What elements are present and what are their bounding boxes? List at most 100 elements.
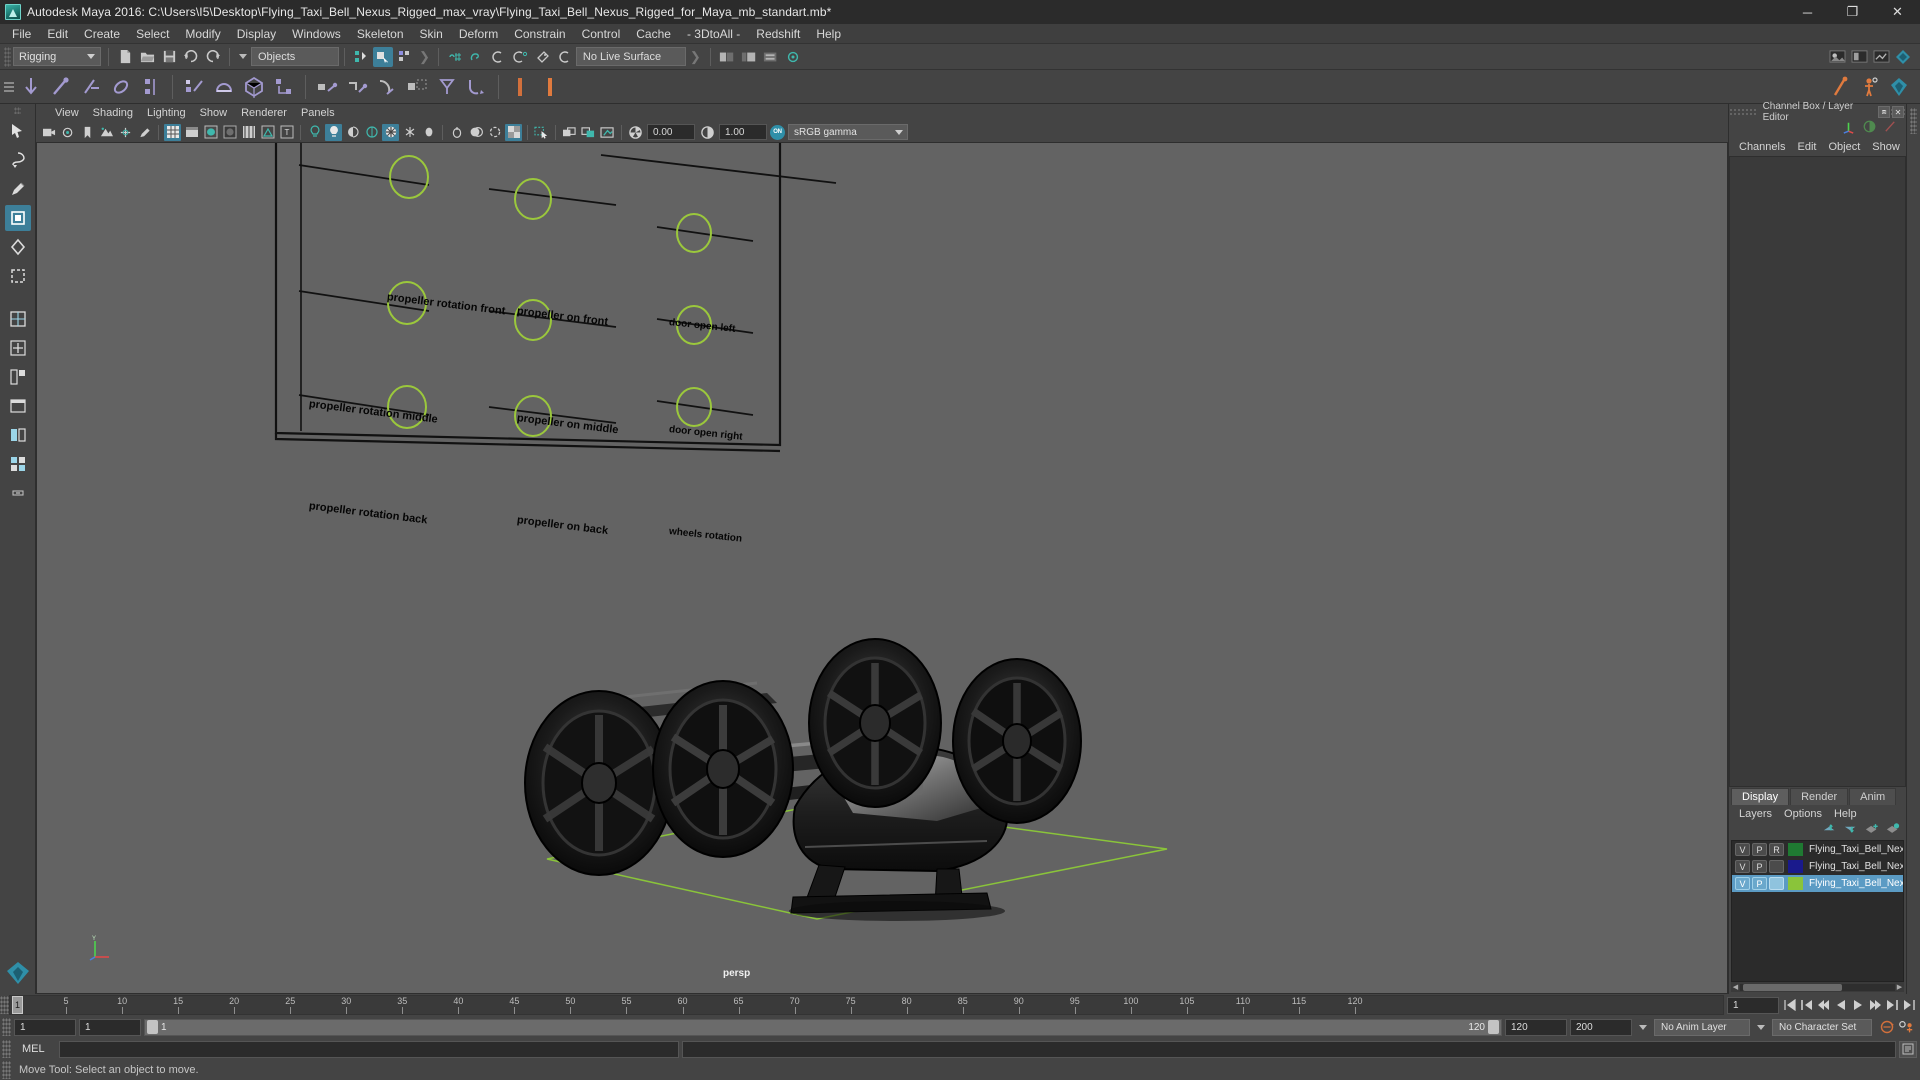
perspective-viewport[interactable]: propeller rotation front propeller rotati… bbox=[36, 142, 1728, 994]
menu-item-display[interactable]: Display bbox=[229, 24, 284, 44]
motion-blur-icon[interactable] bbox=[382, 123, 399, 141]
time-slider-grip[interactable] bbox=[0, 996, 9, 1014]
show-hide-editors-icon[interactable] bbox=[717, 47, 737, 67]
use-all-lights-icon[interactable] bbox=[325, 123, 342, 141]
soft-modification-button[interactable] bbox=[5, 335, 31, 361]
close-button[interactable]: ✕ bbox=[1875, 0, 1920, 24]
scale-tool-button[interactable] bbox=[5, 263, 31, 289]
shadows-icon[interactable] bbox=[344, 124, 361, 141]
snap-to-grid-icon[interactable] bbox=[445, 47, 465, 67]
panel-close-button[interactable]: ✕ bbox=[1892, 106, 1904, 118]
play-backwards-icon[interactable] bbox=[1833, 997, 1849, 1013]
layer-reference-toggle[interactable] bbox=[1769, 877, 1784, 890]
viewport-menu-lighting[interactable]: Lighting bbox=[140, 104, 193, 122]
viewport-menu-shading[interactable]: Shading bbox=[86, 104, 140, 122]
shelf-insert-joint-icon[interactable] bbox=[106, 72, 136, 102]
snap-to-projected-center-icon[interactable] bbox=[511, 47, 531, 67]
create-layer-from-selected-icon[interactable] bbox=[1886, 822, 1900, 840]
move-layer-up-icon[interactable] bbox=[1823, 822, 1837, 840]
shelf-mirror-joint-icon[interactable] bbox=[136, 72, 166, 102]
flying-taxi-model[interactable] bbox=[467, 597, 1187, 927]
range-start-handle[interactable] bbox=[147, 1020, 158, 1034]
new-scene-icon[interactable] bbox=[115, 47, 135, 67]
shelf-paint-weights-icon[interactable] bbox=[209, 72, 239, 102]
shelf-ik-handle-icon[interactable] bbox=[46, 72, 76, 102]
shelf-cluster-icon[interactable] bbox=[269, 72, 299, 102]
menu-item-modify[interactable]: Modify bbox=[177, 24, 228, 44]
shelf-human-ik-icon[interactable] bbox=[535, 72, 565, 102]
snap-to-curve-icon[interactable] bbox=[467, 47, 487, 67]
create-empty-layer-icon[interactable] bbox=[1865, 822, 1879, 840]
panel-grip[interactable] bbox=[1729, 107, 1757, 117]
isolate-select-icon[interactable] bbox=[448, 124, 465, 141]
menu-item-create[interactable]: Create bbox=[76, 24, 128, 44]
anim-layer-chevron-icon[interactable] bbox=[1639, 1024, 1647, 1030]
color-management-toggle[interactable]: ON bbox=[770, 124, 785, 140]
command-language-label[interactable]: MEL bbox=[14, 1043, 56, 1055]
layer-playback-toggle[interactable]: P bbox=[1752, 860, 1767, 873]
menu-item-constrain[interactable]: Constrain bbox=[506, 24, 573, 44]
layer-playback-toggle[interactable]: P bbox=[1752, 877, 1767, 890]
selection-mask-chevron-icon[interactable] bbox=[239, 54, 247, 59]
playback-start-time-field[interactable]: 1 bbox=[79, 1018, 141, 1036]
anim-layer-selector[interactable]: No Anim Layer bbox=[1654, 1018, 1750, 1036]
shelf-maya-logo-icon[interactable] bbox=[1884, 72, 1914, 102]
channel-box-menu-show[interactable]: Show bbox=[1866, 141, 1906, 153]
maximize-button[interactable]: ❐ bbox=[1830, 0, 1875, 24]
undo-icon[interactable] bbox=[181, 47, 201, 67]
render-settings-icon[interactable] bbox=[1871, 47, 1891, 67]
x-ray-joints-icon[interactable]: T bbox=[278, 124, 295, 141]
animation-start-time-field[interactable]: 1 bbox=[14, 1018, 76, 1036]
lasso-tool-button[interactable] bbox=[5, 147, 31, 173]
menu-item-file[interactable]: File bbox=[4, 24, 39, 44]
rotate-tool-button[interactable] bbox=[5, 234, 31, 260]
layer-color-swatch[interactable] bbox=[1788, 877, 1803, 890]
open-scene-icon[interactable] bbox=[137, 47, 157, 67]
two-pane-layout-button[interactable] bbox=[5, 422, 31, 448]
ipr-render-icon[interactable] bbox=[1849, 47, 1869, 67]
exposure-field[interactable]: 0.00 bbox=[647, 124, 695, 140]
snap-to-view-plane-icon[interactable] bbox=[533, 47, 553, 67]
render-view-icon[interactable] bbox=[1827, 47, 1847, 67]
shelf-handle[interactable] bbox=[2, 73, 16, 101]
select-by-hierarchy-icon[interactable] bbox=[351, 47, 371, 67]
menu-item-edit[interactable]: Edit bbox=[39, 24, 76, 44]
shelf-character-icon[interactable] bbox=[1854, 72, 1884, 102]
shelf-ik-spline-icon[interactable] bbox=[76, 72, 106, 102]
shelf-pole-vector-icon[interactable] bbox=[462, 72, 492, 102]
layers-horizontal-scrollbar[interactable]: ◀ ▶ bbox=[1731, 982, 1904, 992]
shelf-orient-constraint-icon[interactable] bbox=[372, 72, 402, 102]
four-pane-layout-button[interactable] bbox=[5, 451, 31, 477]
two-d-pan-zoom-icon[interactable] bbox=[117, 124, 134, 141]
shelf-skeleton-icon[interactable] bbox=[1824, 72, 1854, 102]
step-forward-frame-icon[interactable] bbox=[1867, 997, 1883, 1013]
layer-menu-help[interactable]: Help bbox=[1828, 808, 1863, 820]
menu-item-skeleton[interactable]: Skeleton bbox=[349, 24, 412, 44]
viewport-menu-renderer[interactable]: Renderer bbox=[234, 104, 294, 122]
camera-attributes-icon[interactable] bbox=[60, 124, 77, 141]
toolbar-grip[interactable] bbox=[4, 46, 11, 67]
show-hide-attribute-editor-icon[interactable] bbox=[739, 47, 759, 67]
channel-box-menu-edit[interactable]: Edit bbox=[1791, 141, 1822, 153]
menu-item-help[interactable]: Help bbox=[808, 24, 849, 44]
character-set-selector[interactable]: No Character Set bbox=[1772, 1018, 1872, 1036]
selection-mask-field[interactable]: Objects bbox=[251, 47, 339, 66]
image-plane-icon[interactable] bbox=[98, 124, 115, 141]
menu-item-deform[interactable]: Deform bbox=[451, 24, 506, 44]
command-line-grip[interactable] bbox=[2, 1040, 11, 1058]
redshift-render-icon[interactable] bbox=[1893, 47, 1913, 67]
viewport-menu-view[interactable]: View bbox=[48, 104, 86, 122]
layer-reference-toggle[interactable] bbox=[1769, 860, 1784, 873]
script-editor-button[interactable] bbox=[1899, 1040, 1917, 1058]
command-output-field[interactable] bbox=[682, 1040, 1896, 1058]
toolbox-grip[interactable] bbox=[14, 107, 21, 114]
select-region-icon[interactable] bbox=[533, 124, 550, 141]
step-back-keyframe-icon[interactable] bbox=[1799, 997, 1815, 1013]
smooth-shade-selected-icon[interactable] bbox=[202, 124, 219, 141]
smooth-shade-all-icon[interactable] bbox=[183, 124, 200, 141]
live-surface-field[interactable]: No Live Surface bbox=[575, 47, 686, 66]
more-layouts-button[interactable] bbox=[5, 480, 31, 506]
shelf-parent-constraint-icon[interactable] bbox=[312, 72, 342, 102]
layer-menu-layers[interactable]: Layers bbox=[1733, 808, 1778, 820]
layer-color-swatch[interactable] bbox=[1788, 860, 1803, 873]
